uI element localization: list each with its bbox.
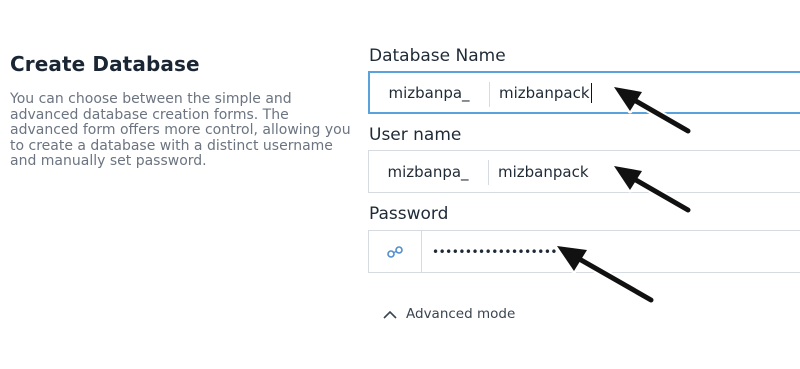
user-name-prefix: mizbanpa_ xyxy=(387,162,469,181)
database-name-label: Database Name xyxy=(369,46,506,66)
chevron-up-icon xyxy=(383,310,397,319)
database-name-prefix: mizbanpa_ xyxy=(388,83,470,102)
password-field[interactable]: •••••••••••••••••••• xyxy=(368,230,800,273)
generate-password-button[interactable] xyxy=(369,231,422,272)
prefix-separator xyxy=(488,160,489,185)
user-name-label: User name xyxy=(369,125,462,145)
database-name-field[interactable]: mizbanpa_ mizbanpack xyxy=(368,71,800,114)
database-name-input[interactable]: mizbanpack xyxy=(499,84,590,102)
advanced-mode-toggle[interactable]: Advanced mode xyxy=(383,306,515,322)
key-icon xyxy=(387,245,403,258)
advanced-mode-label: Advanced mode xyxy=(406,306,516,322)
password-label: Password xyxy=(369,204,449,224)
user-name-input[interactable]: mizbanpack xyxy=(498,163,589,181)
create-database-description: You can choose between the simple and ad… xyxy=(10,91,351,169)
create-database-heading: Create Database xyxy=(10,52,200,76)
prefix-separator xyxy=(489,82,490,107)
user-name-field[interactable]: mizbanpa_ mizbanpack xyxy=(368,150,800,193)
password-input[interactable]: •••••••••••••••••••• xyxy=(432,231,564,272)
text-caret xyxy=(590,82,592,103)
